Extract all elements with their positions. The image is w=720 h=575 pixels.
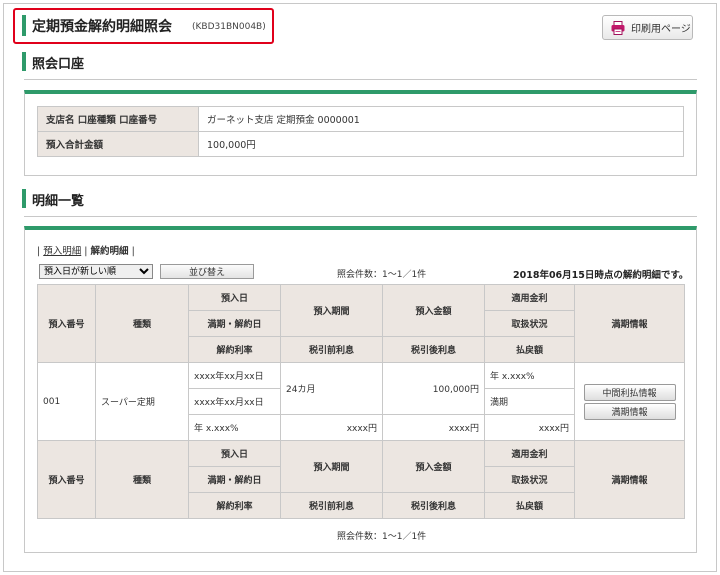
account-table: 支店名 口座種類 口座番号 ガーネット支店 定期預金 0000001 預入合計金… [37,106,684,157]
footer-header-maturity-info: 満期情報 [574,440,685,519]
header-payout: 払戻額 [484,336,575,363]
sort-button[interactable]: 並び替え [160,264,254,279]
account-row-total: 預入合計金額 100,000円 [37,131,684,157]
row-aftertax: xxxx円 [382,414,485,441]
row-rate: 年 x.xxx% [188,414,281,441]
footer-header-period: 預入期間 [280,440,383,493]
link-separator: | [131,246,135,257]
header-kind: 種類 [95,284,189,363]
header-amount: 預入金額 [382,284,485,337]
account-section-rule [24,79,697,80]
sort-order-select[interactable]: 預入日が新しい順 [39,264,153,279]
header-maturity: 満期・解約日 [188,310,281,337]
deposit-detail-link[interactable]: 預入明細 [43,246,81,257]
account-panel: 支店名 口座種類 口座番号 ガーネット支店 定期預金 0000001 預入合計金… [24,90,697,176]
row-date: xxxx年xx月xx日 [188,362,281,389]
detail-section-title: 明細一覧 [32,194,85,209]
row-payout: xxxx円 [484,414,575,441]
row-maturity-info: 中間利払情報 満期情報 [574,362,685,441]
row-period: 24カ月 [280,362,383,415]
header-applied-rate: 適用金利 [484,284,575,311]
footer-header-pretax: 税引前利息 [280,492,383,519]
header-date: 預入日 [188,284,281,311]
screen-code: (KBD31BN004B) [192,22,266,32]
print-page-label: 印刷用ページ [631,24,691,35]
detail-tab-links: | 預入明細 | 解約明細 | [37,243,135,257]
detail-panel: | 預入明細 | 解約明細 | 預入日が新しい順 並び替え 照会件数：1〜1／1… [24,226,697,553]
row-no: 001 [37,362,96,441]
footer-header-payout: 払戻額 [484,492,575,519]
footer-header-handling: 取扱状況 [484,466,575,493]
footer-header-no: 預入番号 [37,440,96,519]
header-maturity-info: 満期情報 [574,284,685,363]
row-kind: スーパー定期 [95,362,189,441]
cancel-detail-table: 預入番号 種類 預入日 預入期間 預入金額 適用金利 満期情報 満期・解約日 取… [37,284,685,519]
account-value-branch: ガーネット支店 定期預金 0000001 [198,106,684,132]
footer-header-date: 預入日 [188,440,281,467]
row-applied-rate: 年 x.xxx% [484,362,575,389]
header-pretax: 税引前利息 [280,336,383,363]
detail-section-bar [22,189,26,208]
header-aftertax: 税引後利息 [382,336,485,363]
table-row: 001 スーパー定期 xxxx年xx月xx日 24カ月 100,000円 年 x… [37,362,685,441]
account-label-total: 預入合計金額 [37,131,199,157]
footer-header-amount: 預入金額 [382,440,485,493]
account-value-total: 100,000円 [198,131,684,157]
row-pretax: xxxx円 [280,414,383,441]
account-section-title: 照会口座 [32,57,85,72]
footer-header-rate: 解約利率 [188,492,281,519]
row-amount: 100,000円 [382,362,485,415]
result-count-bottom: 照会件数：1〜1／1件 [337,532,427,542]
header-rate: 解約利率 [188,336,281,363]
as-of-date-note: 2018年06月15日時点の解約明細です。 [513,270,689,281]
print-page-button[interactable]: 印刷用ページ [602,15,693,40]
result-count-top: 照会件数：1〜1／1件 [337,270,427,280]
footer-header-kind: 種類 [95,440,189,519]
maturity-info-button[interactable]: 満期情報 [583,402,676,420]
printer-icon [611,20,625,35]
interim-interest-button[interactable]: 中間利払情報 [583,383,676,401]
cancel-detail-current: 解約明細 [90,246,129,257]
row-maturity: xxxx年xx月xx日 [188,388,281,415]
title-accent-bar [22,15,26,36]
header-no: 預入番号 [37,284,96,363]
account-row-branch: 支店名 口座種類 口座番号 ガーネット支店 定期預金 0000001 [37,106,684,132]
row-handling: 満期 [484,388,575,415]
page-title: 定期預金解約明細照会 [32,19,172,35]
account-label-branch: 支店名 口座種類 口座番号 [37,106,199,132]
link-separator: | [84,246,88,257]
link-separator: | [37,246,41,257]
header-period: 預入期間 [280,284,383,337]
detail-section-rule [24,216,697,217]
account-section-bar [22,52,26,71]
footer-header-maturity: 満期・解約日 [188,466,281,493]
header-handling: 取扱状況 [484,310,575,337]
footer-header-aftertax: 税引後利息 [382,492,485,519]
footer-header-applied-rate: 適用金利 [484,440,575,467]
